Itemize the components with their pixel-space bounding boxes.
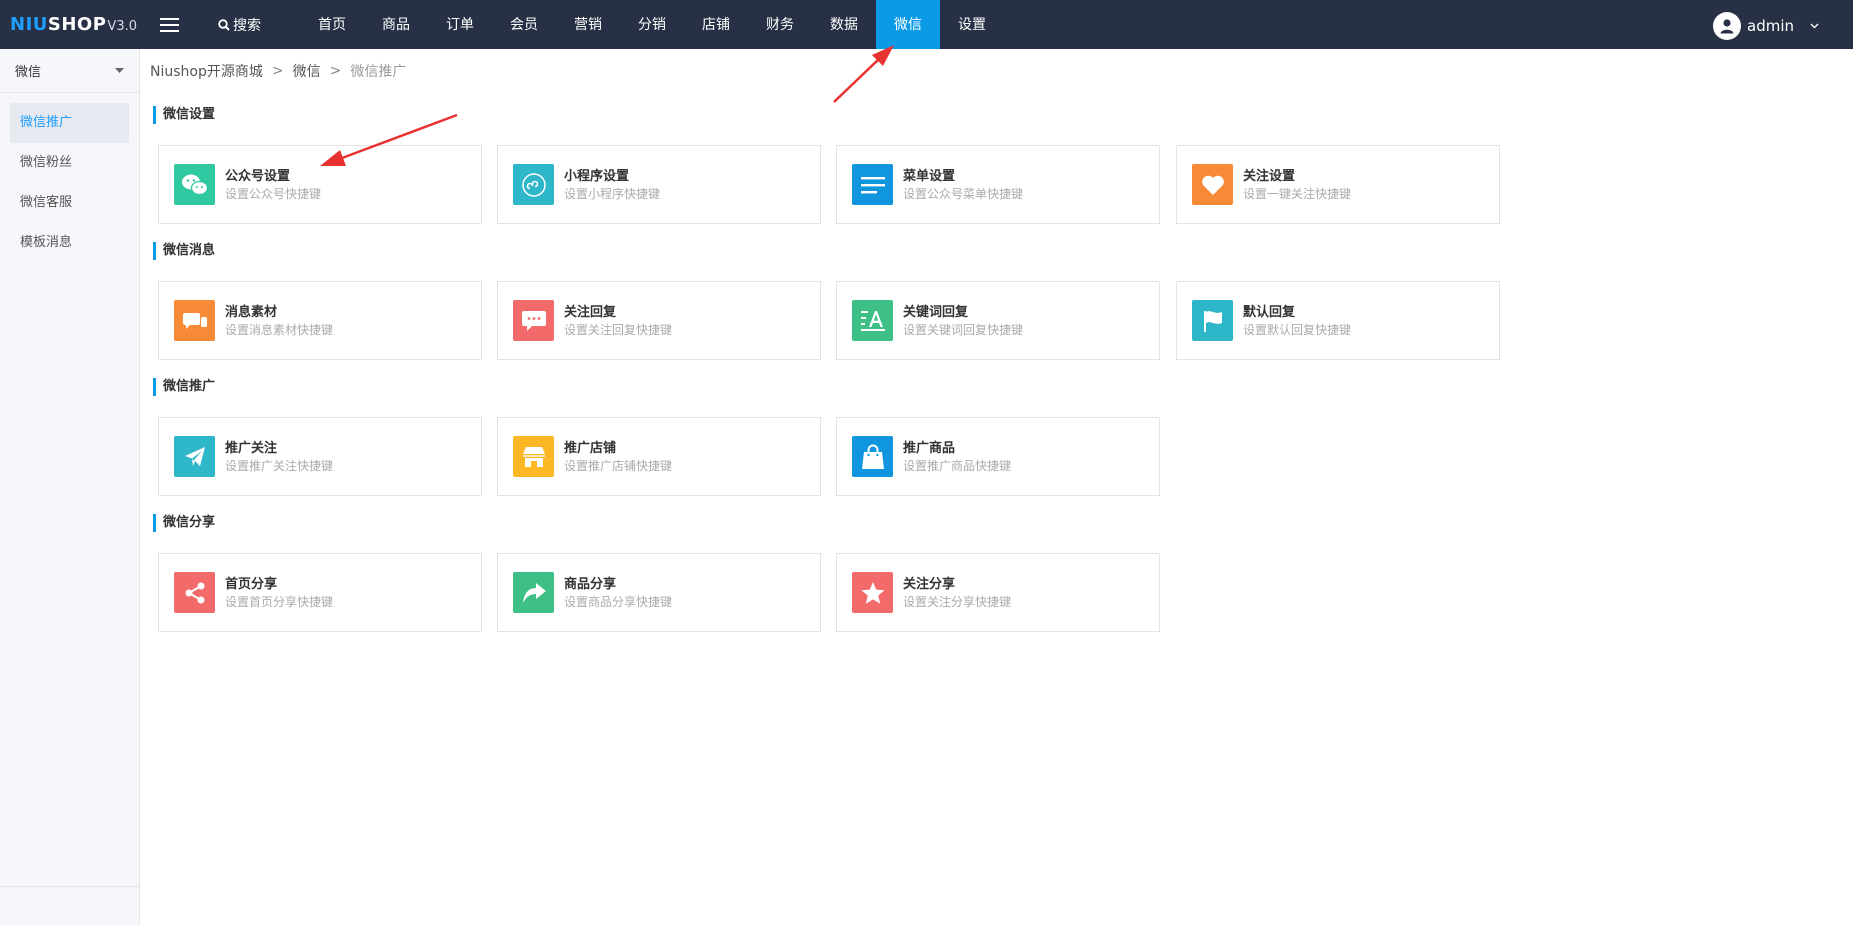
logo[interactable]: NIU SHOP V3.0 [10, 14, 137, 36]
section-title-wechat-share: 微信分享 [152, 514, 216, 532]
nav-item-marketing[interactable]: 营销 [556, 0, 620, 49]
sidebar-item-wechat-promotion[interactable]: 微信推广 [10, 103, 129, 143]
card-homepage-share[interactable]: 首页分享 设置首页分享快捷键 [158, 553, 482, 632]
nav-item-orders[interactable]: 订单 [428, 0, 492, 49]
card-menu-settings[interactable]: 菜单设置 设置公众号菜单快捷键 [836, 145, 1160, 224]
nav-item-settings[interactable]: 设置 [940, 0, 1004, 49]
heart-icon [1192, 164, 1233, 205]
card-title: 公众号设置 [225, 169, 291, 184]
card-title: 菜单设置 [903, 169, 956, 184]
breadcrumb-home[interactable]: Niushop开源商城 [150, 61, 263, 81]
sidebar-divider [0, 886, 139, 887]
card-subtitle: 设置关注分享快捷键 [903, 595, 1012, 609]
card-subtitle: 设置关注回复快捷键 [564, 323, 673, 337]
nav-item-goods[interactable]: 商品 [364, 0, 428, 49]
card-subtitle: 设置小程序快捷键 [564, 187, 661, 201]
breadcrumb-separator: > [271, 63, 284, 79]
keyword-icon [852, 300, 893, 341]
card-promote-follow[interactable]: 推广关注 设置推广关注快捷键 [158, 417, 482, 496]
card-subtitle: 设置一键关注快捷键 [1243, 187, 1352, 201]
card-goods-share[interactable]: 商品分享 设置商品分享快捷键 [497, 553, 821, 632]
card-keyword-reply[interactable]: 关键词回复 设置关键词回复快捷键 [836, 281, 1160, 360]
menu-lines-icon [852, 164, 893, 205]
search-label: 搜索 [233, 18, 261, 34]
chat-bubbles-icon [174, 300, 215, 341]
store-icon [513, 436, 554, 477]
shopping-bag-icon [852, 436, 893, 477]
star-icon [852, 572, 893, 613]
nav-item-data[interactable]: 数据 [812, 0, 876, 49]
card-title: 消息素材 [225, 305, 278, 320]
card-promote-goods[interactable]: 推广商品 设置推广商品快捷键 [836, 417, 1160, 496]
card-title: 关注设置 [1243, 169, 1296, 184]
card-promote-store[interactable]: 推广店铺 设置推广店铺快捷键 [497, 417, 821, 496]
card-title: 推广关注 [225, 441, 278, 456]
card-message-materials[interactable]: 消息素材 设置消息素材快捷键 [158, 281, 482, 360]
sidebar-select-value: 微信 [15, 65, 42, 80]
card-title: 关注回复 [564, 305, 617, 320]
miniprogram-icon [513, 164, 554, 205]
card-follow-reply[interactable]: 关注回复 设置关注回复快捷键 [497, 281, 821, 360]
username: admin [1747, 17, 1794, 35]
card-subtitle: 设置公众号菜单快捷键 [903, 187, 1024, 201]
breadcrumb-separator: > [329, 63, 342, 79]
breadcrumb-parent[interactable]: 微信 [293, 61, 321, 81]
breadcrumb: Niushop开源商城 > 微信 > 微信推广 [150, 61, 406, 81]
annotation-arrow-to-wechat-nav [833, 45, 894, 103]
card-title: 首页分享 [225, 577, 278, 592]
nav-item-finance[interactable]: 财务 [748, 0, 812, 49]
nav-item-wechat[interactable]: 微信 [876, 0, 940, 49]
nav-item-home[interactable]: 首页 [300, 0, 364, 49]
wechat-icon [174, 164, 215, 205]
user-icon [1720, 19, 1734, 34]
card-subtitle: 设置首页分享快捷键 [225, 595, 334, 609]
card-subtitle: 设置商品分享快捷键 [564, 595, 673, 609]
card-official-account-settings[interactable]: 公众号设置 设置公众号快捷键 [158, 145, 482, 224]
section-title-wechat-promotion: 微信推广 [152, 378, 216, 396]
hamburger-menu-icon[interactable] [160, 18, 179, 32]
card-subtitle: 设置公众号快捷键 [225, 187, 322, 201]
card-subtitle: 设置消息素材快捷键 [225, 323, 334, 337]
avatar [1713, 12, 1741, 40]
card-title: 推广店铺 [564, 441, 617, 456]
breadcrumb-current: 微信推广 [350, 64, 407, 80]
search-button[interactable]: 搜索 [218, 16, 261, 34]
forward-arrow-icon [513, 572, 554, 613]
sidebar-item-wechat-service[interactable]: 微信客服 [10, 183, 129, 223]
section-title-wechat-messages: 微信消息 [152, 242, 216, 260]
card-subtitle: 设置关键词回复快捷键 [903, 323, 1024, 337]
card-title: 商品分享 [564, 577, 617, 592]
nav-item-members[interactable]: 会员 [492, 0, 556, 49]
user-menu[interactable]: admin [1713, 12, 1819, 40]
sidebar-item-wechat-fans[interactable]: 微信粉丝 [10, 143, 129, 183]
nav-item-store[interactable]: 店铺 [684, 0, 748, 49]
paper-plane-icon [174, 436, 215, 477]
card-title: 关注分享 [903, 577, 956, 592]
card-subtitle: 设置推广店铺快捷键 [564, 459, 673, 473]
chevron-down-icon [1810, 23, 1819, 29]
card-follow-share[interactable]: 关注分享 设置关注分享快捷键 [836, 553, 1160, 632]
card-default-reply[interactable]: 默认回复 设置默认回复快捷键 [1176, 281, 1500, 360]
card-title: 关键词回复 [903, 305, 969, 320]
card-subtitle: 设置推广关注快捷键 [225, 459, 334, 473]
flag-icon [1192, 300, 1233, 341]
card-title: 小程序设置 [564, 169, 630, 184]
message-dots-icon [513, 300, 554, 341]
nav-item-distribution[interactable]: 分销 [620, 0, 684, 49]
card-title: 推广商品 [903, 441, 956, 456]
card-title: 默认回复 [1243, 305, 1296, 320]
sidebar: 微信 微信推广 微信粉丝 微信客服 模板消息 [0, 49, 140, 925]
caret-down-icon [115, 68, 124, 73]
card-miniprogram-settings[interactable]: 小程序设置 设置小程序快捷键 [497, 145, 821, 224]
share-icon [174, 572, 215, 613]
card-follow-settings[interactable]: 关注设置 设置一键关注快捷键 [1176, 145, 1500, 224]
section-title-wechat-settings: 微信设置 [152, 106, 216, 124]
card-subtitle: 设置推广商品快捷键 [903, 459, 1012, 473]
main-nav: 首页 商品 订单 会员 营销 分销 店铺 财务 数据 微信 设置 [300, 0, 1004, 49]
search-icon [218, 19, 230, 31]
top-navbar: NIU SHOP V3.0 搜索 首页 商品 订单 会员 营销 分销 店铺 财务 数… [0, 0, 1853, 49]
card-subtitle: 设置默认回复快捷键 [1243, 323, 1352, 337]
sidebar-module-select[interactable]: 微信 [0, 49, 139, 93]
sidebar-item-template-messages[interactable]: 模板消息 [10, 223, 129, 263]
